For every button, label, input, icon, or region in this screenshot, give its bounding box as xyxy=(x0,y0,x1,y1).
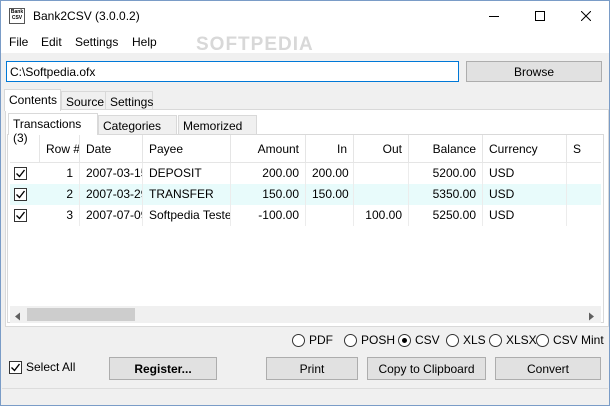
maximize-button[interactable] xyxy=(517,1,563,31)
menu-file[interactable]: File xyxy=(9,35,28,49)
column-row[interactable]: Row # xyxy=(40,135,80,163)
cell-payee: Softpedia Tester xyxy=(143,205,231,226)
checkmark-icon xyxy=(16,169,26,178)
column-in[interactable]: In xyxy=(306,135,354,163)
format-xls-radio[interactable] xyxy=(446,333,459,347)
table-row[interactable]: 3 2007-07-09 Softpedia Tester -100.00 10… xyxy=(10,205,601,226)
checkmark-icon xyxy=(16,190,26,199)
format-xlsx-label: XLSX xyxy=(506,333,537,347)
tab-source[interactable]: Source xyxy=(61,91,106,111)
menu-help[interactable]: Help xyxy=(132,35,157,49)
scroll-left-icon[interactable] xyxy=(14,310,22,324)
format-xls[interactable]: XLS xyxy=(446,332,486,348)
cell-payee: DEPOSIT xyxy=(143,163,231,184)
format-csv-mint-label: CSV Mint xyxy=(553,333,604,347)
select-all[interactable]: Select All xyxy=(9,360,75,374)
cell-row: 3 xyxy=(40,205,80,226)
scroll-right-icon[interactable] xyxy=(587,310,595,324)
format-csv-mint-radio[interactable] xyxy=(536,333,549,347)
cell-amount: 150.00 xyxy=(231,184,306,205)
cell-balance: 5250.00 xyxy=(409,205,483,226)
cell-in: 150.00 xyxy=(306,184,354,205)
cell-out xyxy=(354,184,409,205)
row-checkbox[interactable] xyxy=(14,209,27,222)
format-xlsx[interactable]: XLSX xyxy=(489,332,537,348)
tab-transactions[interactable]: Transactions (3) xyxy=(8,113,98,145)
app-icon: Bank CSV xyxy=(9,8,25,24)
cell-date: 2007-07-09 xyxy=(80,205,143,226)
table-header: Row # Date Payee Amount In Out Balance C… xyxy=(10,135,601,163)
menu-settings[interactable]: Settings xyxy=(75,35,118,49)
format-posh-label: POSH xyxy=(361,333,396,347)
select-all-checkbox[interactable] xyxy=(9,360,22,374)
format-csv-mint[interactable]: CSV Mint xyxy=(536,332,604,348)
checkmark-icon xyxy=(16,211,26,220)
column-amount[interactable]: Amount xyxy=(231,135,306,163)
tab-categories[interactable]: Categories (0) xyxy=(98,115,177,147)
title-bar: Bank CSV Bank2CSV (3.0.0.2) xyxy=(1,1,609,31)
app-window: Bank CSV Bank2CSV (3.0.0.2) File Edit Se… xyxy=(0,0,610,406)
cell-out xyxy=(354,163,409,184)
format-pdf[interactable]: PDF xyxy=(292,332,333,348)
cell-currency: USD xyxy=(483,205,567,226)
cell-in: 200.00 xyxy=(306,163,354,184)
close-button[interactable] xyxy=(563,1,609,31)
column-balance[interactable]: Balance xyxy=(409,135,483,163)
column-date[interactable]: Date xyxy=(80,135,143,163)
cell-balance: 5200.00 xyxy=(409,163,483,184)
table-row[interactable]: 2 2007-03-29 TRANSFER 150.00 150.00 5350… xyxy=(10,184,601,205)
tab-memorized[interactable]: Memorized (0) xyxy=(178,115,257,147)
cell-balance: 5350.00 xyxy=(409,184,483,205)
cell-amount: 200.00 xyxy=(231,163,306,184)
row-checkbox[interactable] xyxy=(14,188,27,201)
format-csv[interactable]: CSV xyxy=(398,332,440,348)
maximize-icon xyxy=(535,11,545,21)
file-path-input[interactable] xyxy=(6,61,459,82)
softpedia-watermark: SOFTPEDIA xyxy=(196,34,314,55)
cell-row: 2 xyxy=(40,184,80,205)
format-posh-radio[interactable] xyxy=(344,333,357,347)
cell-amount: -100.00 xyxy=(231,205,306,226)
cell-row: 1 xyxy=(40,163,80,184)
format-posh[interactable]: POSH xyxy=(344,332,395,348)
table-row[interactable]: 1 2007-03-15 DEPOSIT 200.00 200.00 5200.… xyxy=(10,163,601,184)
convert-button[interactable]: Convert xyxy=(495,357,601,380)
format-csv-radio[interactable] xyxy=(398,333,411,347)
format-xls-label: XLS xyxy=(463,333,486,347)
scroll-thumb[interactable] xyxy=(27,308,135,321)
menu-edit[interactable]: Edit xyxy=(41,35,62,49)
close-icon xyxy=(581,11,591,21)
cell-out: 100.00 xyxy=(354,205,409,226)
row-checkbox[interactable] xyxy=(14,167,27,180)
format-xlsx-radio[interactable] xyxy=(489,333,502,347)
cell-date: 2007-03-29 xyxy=(80,184,143,205)
column-s[interactable]: S xyxy=(567,135,601,163)
status-bar xyxy=(2,388,608,405)
select-all-label: Select All xyxy=(26,360,76,374)
minimize-button[interactable] xyxy=(471,1,517,31)
column-currency[interactable]: Currency xyxy=(483,135,567,163)
cell-payee: TRANSFER xyxy=(143,184,231,205)
column-payee[interactable]: Payee xyxy=(143,135,231,163)
horizontal-scrollbar[interactable] xyxy=(10,306,601,323)
transactions-table: Row # Date Payee Amount In Out Balance C… xyxy=(10,135,601,307)
cell-currency: USD xyxy=(483,163,567,184)
app-icon-text-bottom: CSV xyxy=(11,15,23,21)
print-button[interactable]: Print xyxy=(266,357,358,380)
copy-to-clipboard-button[interactable]: Copy to Clipboard xyxy=(367,357,486,380)
cell-currency: USD xyxy=(483,184,567,205)
format-pdf-label: PDF xyxy=(309,333,333,347)
window-title: Bank2CSV (3.0.0.2) xyxy=(33,9,140,23)
format-pdf-radio[interactable] xyxy=(292,333,305,347)
tab-contents[interactable]: Contents xyxy=(4,89,61,111)
browse-button[interactable]: Browse xyxy=(466,61,602,82)
register-button[interactable]: Register... xyxy=(109,357,217,380)
cell-date: 2007-03-15 xyxy=(80,163,143,184)
column-out[interactable]: Out xyxy=(354,135,409,163)
format-csv-label: CSV xyxy=(415,333,440,347)
tab-settings[interactable]: Settings xyxy=(105,91,153,111)
cell-in xyxy=(306,205,354,226)
minimize-icon xyxy=(489,16,499,17)
checkmark-icon xyxy=(11,363,21,372)
